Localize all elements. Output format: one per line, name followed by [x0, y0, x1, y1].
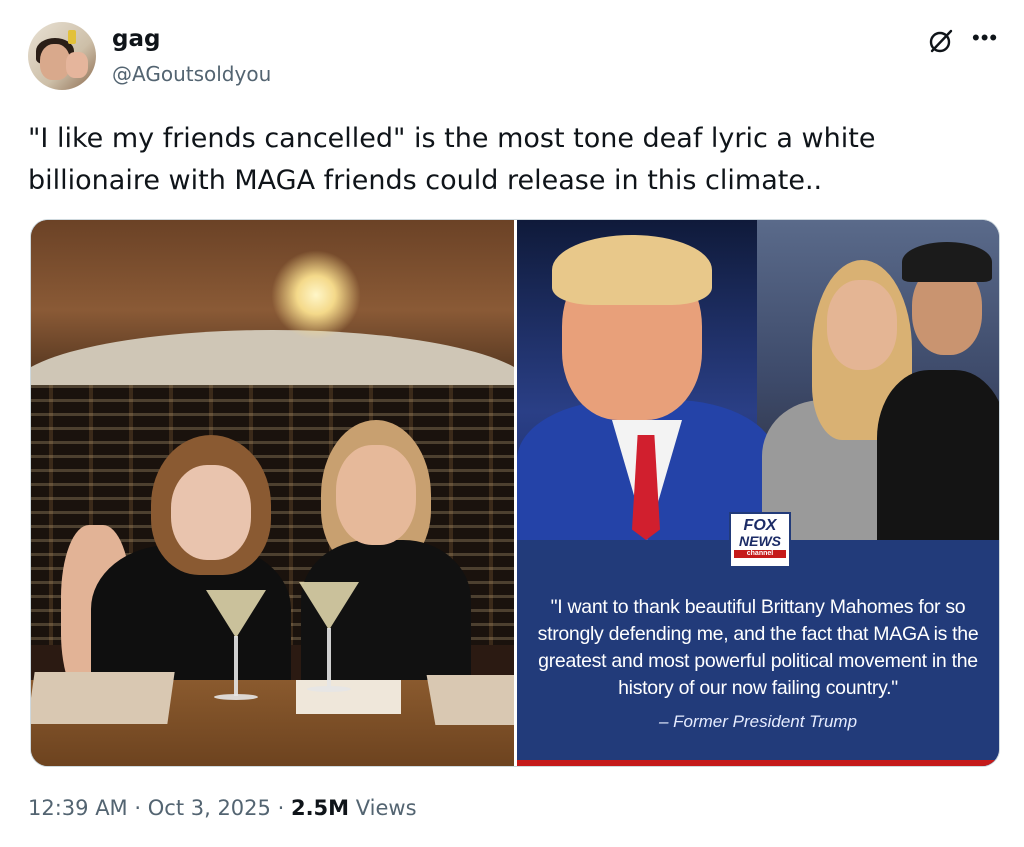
- tweet-date[interactable]: Oct 3, 2025: [148, 796, 271, 820]
- photo-fox-news-graphic[interactable]: FOX NEWS channel "I want to thank beauti…: [517, 220, 999, 766]
- more-icon[interactable]: •••: [972, 27, 998, 54]
- photo-restaurant[interactable]: [31, 220, 514, 766]
- photo-man2-body: [877, 370, 999, 540]
- quote-attribution: – Former President Trump: [658, 712, 858, 731]
- fox-news-logo: FOX NEWS channel: [729, 512, 791, 568]
- fox-logo-line1: FOX: [743, 517, 777, 534]
- photo-chandelier: [271, 250, 361, 340]
- photo-woman-face: [827, 280, 897, 370]
- meta-separator: ·: [277, 796, 285, 820]
- media-grid[interactable]: FOX NEWS channel "I want to thank beauti…: [30, 219, 1000, 767]
- views-count[interactable]: 2.5M: [291, 796, 349, 820]
- views-label: Views: [355, 796, 417, 820]
- photo-person-right-face: [336, 445, 416, 545]
- fox-logo-line2: NEWS: [739, 533, 781, 549]
- meta-separator: ·: [134, 796, 142, 820]
- avatar-hand: [66, 52, 88, 78]
- tweet-time[interactable]: 12:39 AM: [28, 796, 128, 820]
- quote-panel-red-bar: [517, 760, 999, 766]
- photo-menu-right: [426, 675, 514, 725]
- martini-glass-left: [206, 590, 266, 700]
- photo-menu-left: [31, 672, 175, 724]
- tweet-meta: 12:39 AM · Oct 3, 2025 · 2.5M Views: [28, 796, 417, 820]
- tweet-text: "I like my friends cancelled" is the mos…: [28, 123, 876, 196]
- martini-glass-right: [299, 582, 359, 692]
- photo-man-hair: [552, 235, 712, 305]
- fox-logo-line3: channel: [734, 550, 786, 558]
- avatar[interactable]: [28, 22, 96, 90]
- photo-person-left-face: [171, 465, 251, 560]
- author-name[interactable]: gag: [112, 26, 160, 52]
- photo-man2-cap: [902, 242, 992, 282]
- quote-text: "I want to thank beautiful Brittany Maho…: [537, 596, 979, 699]
- author-handle[interactable]: @AGoutsoldyou: [112, 62, 271, 86]
- avatar-drink: [68, 30, 76, 44]
- grok-icon[interactable]: [928, 28, 954, 54]
- tweet-header: gag @AGoutsoldyou •••: [28, 22, 998, 94]
